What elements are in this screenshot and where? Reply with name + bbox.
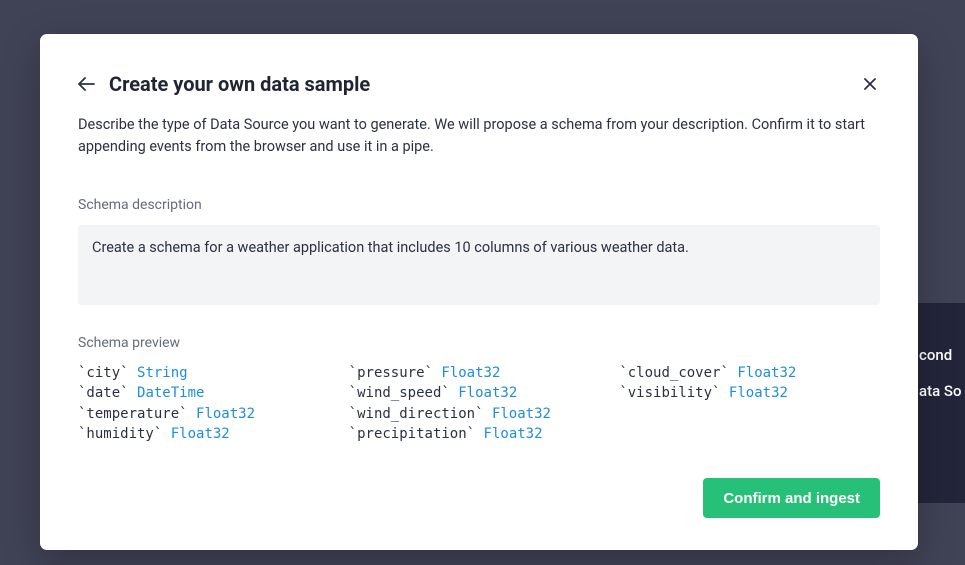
schema-preview-label: Schema preview [78, 335, 880, 351]
modal-description: Describe the type of Data Source you wan… [78, 114, 880, 159]
schema-column-item: `humidity` Float32 [78, 424, 339, 444]
create-data-sample-modal: Create your own data sample Describe the… [40, 34, 918, 550]
schema-preview-col-2: `pressure` Float32`wind_speed` Float32`w… [349, 363, 610, 444]
bg-fragment-1: cond [919, 337, 965, 373]
modal-header: Create your own data sample [78, 72, 880, 96]
modal-footer: Confirm and ingest [78, 478, 880, 518]
schema-column-item: `pressure` Float32 [349, 363, 610, 383]
schema-column-item: `date` DateTime [78, 383, 339, 403]
schema-preview-col-1: `city` String`date` DateTime`temperature… [78, 363, 339, 444]
modal-header-left: Create your own data sample [78, 72, 370, 96]
schema-preview-grid: `city` String`date` DateTime`temperature… [78, 363, 880, 444]
schema-description-input[interactable] [78, 225, 880, 305]
schema-column-item: `wind_speed` Float32 [349, 383, 610, 403]
schema-column-item: `precipitation` Float32 [349, 424, 610, 444]
schema-column-item: `wind_direction` Float32 [349, 404, 610, 424]
schema-column-item: `visibility` Float32 [619, 383, 880, 403]
schema-column-item: `cloud_cover` Float32 [619, 363, 880, 383]
bg-fragment-2: ata So [919, 373, 965, 409]
back-arrow-icon[interactable] [78, 77, 95, 91]
confirm-ingest-button[interactable]: Confirm and ingest [703, 478, 880, 518]
schema-column-item: `city` String [78, 363, 339, 383]
close-icon[interactable] [860, 74, 880, 94]
schema-column-item: `temperature` Float32 [78, 404, 339, 424]
schema-description-label: Schema description [78, 197, 880, 213]
schema-preview-col-3: `cloud_cover` Float32`visibility` Float3… [619, 363, 880, 444]
modal-title: Create your own data sample [109, 72, 370, 96]
